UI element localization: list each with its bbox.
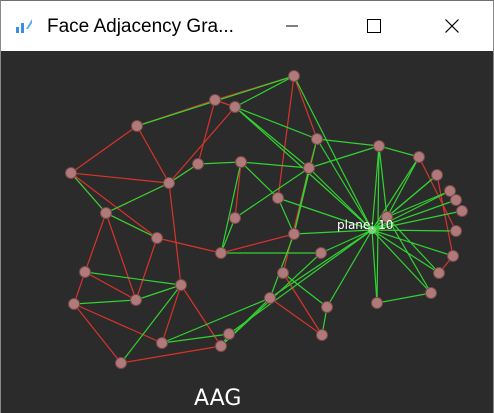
green-edge [70,172,107,214]
red-edge [73,303,122,364]
graph-node[interactable] [68,298,80,310]
red-edge [234,161,242,219]
green-edge [240,161,279,199]
graph-node[interactable] [371,297,383,309]
graph-node[interactable] [209,94,221,106]
graph-node[interactable] [303,162,315,174]
green-edge [234,106,318,140]
graph-canvas[interactable]: plane: 10 AAG [1,51,493,413]
green-edge [293,138,318,235]
adjacency-graph[interactable]: plane: 10 AAG [1,51,493,413]
graph-node[interactable] [431,169,443,181]
graph-node[interactable] [413,151,425,163]
red-edge [156,237,222,254]
graph-node[interactable] [373,140,385,152]
graph-node[interactable] [433,267,445,279]
green-edge [84,271,182,286]
green-edge [386,156,420,218]
green-edge [197,161,242,165]
graph-node[interactable] [229,101,241,113]
green-edge [316,138,380,147]
graph-node[interactable] [156,337,168,349]
graph-node[interactable] [163,177,175,189]
green-edge [378,145,420,158]
graph-app-icon [16,19,32,33]
highlight-node-label: plane: 10 [337,218,393,232]
graph-node[interactable] [321,301,333,313]
graph-node[interactable] [272,192,284,204]
graph-node[interactable] [311,133,323,145]
red-edge [220,233,295,254]
window-title: Face Adjacency Gra... [47,16,234,37]
red-edge [168,182,182,286]
graph-nodes [65,70,468,369]
close-icon [445,19,459,33]
red-edge [168,106,236,184]
green-edge [135,284,182,301]
graph-edges [70,75,463,364]
graph-node[interactable] [175,279,187,291]
graph-node[interactable] [288,228,300,240]
graph-node[interactable] [288,70,300,82]
red-edge [136,125,170,184]
graph-node[interactable] [151,232,163,244]
graph-node[interactable] [264,292,276,304]
red-edge [70,172,170,184]
green-edge [371,229,378,304]
graph-caption: AAG [194,386,241,411]
red-edge [180,284,222,347]
green-edge [73,299,137,305]
graph-node[interactable] [130,294,142,306]
graph-node[interactable] [235,156,247,168]
window: Face Adjacency Gra... plane: 10 AAG [0,0,494,413]
graph-node[interactable] [131,120,143,132]
graph-node[interactable] [215,247,227,259]
title-bar[interactable]: Face Adjacency Gra... [1,1,493,51]
graph-node[interactable] [65,167,77,179]
green-edge [269,233,295,299]
green-edge [386,216,432,294]
green-edge [105,182,170,214]
maximize-button[interactable] [351,1,397,51]
graph-node[interactable] [456,205,468,217]
graph-node[interactable] [115,357,127,369]
green-edge [320,229,373,254]
graph-node[interactable] [425,287,437,299]
graph-node[interactable] [215,340,227,352]
red-edge [161,284,182,344]
graph-node[interactable] [192,158,204,170]
graph-node[interactable] [277,267,289,279]
red-edge [73,303,163,344]
graph-node[interactable] [79,266,91,278]
red-edge [70,125,138,174]
minimize-button[interactable] [269,1,315,51]
graph-node[interactable] [100,207,112,219]
graph-node[interactable] [450,194,462,206]
red-edge [70,172,158,239]
graph-node[interactable] [316,329,328,341]
red-edge [269,297,323,336]
maximize-icon [367,19,381,33]
red-edge [197,99,216,165]
green-edge [378,145,388,218]
red-edge [120,345,222,364]
minimize-icon [286,25,298,27]
red-edge [84,212,107,273]
graph-node[interactable] [447,250,459,262]
green-edge [220,161,242,254]
graph-node[interactable] [315,247,327,259]
close-button[interactable] [429,1,475,51]
green-edge [376,292,432,304]
graph-node[interactable] [450,225,462,237]
red-edge [135,237,158,301]
red-edge [293,75,318,140]
green-edge [308,145,380,169]
graph-node[interactable] [229,212,241,224]
graph-node[interactable] [223,328,235,340]
green-edge [326,229,373,308]
